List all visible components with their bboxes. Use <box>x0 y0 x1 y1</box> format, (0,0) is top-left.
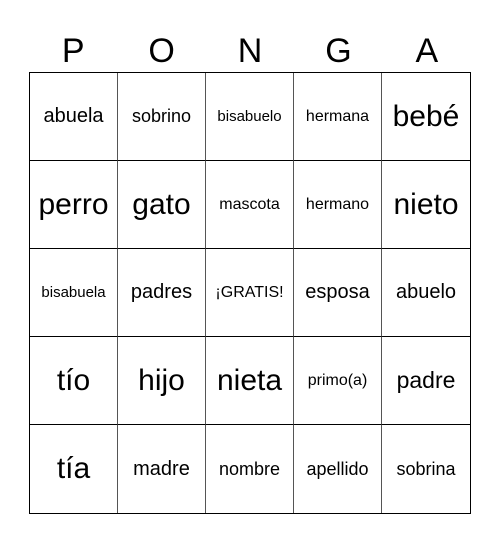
bingo-cell[interactable]: sobrina <box>382 425 470 513</box>
bingo-cell[interactable]: primo(a) <box>294 337 382 425</box>
bingo-cell[interactable]: mascota <box>206 161 294 249</box>
bingo-cell[interactable]: nieto <box>382 161 470 249</box>
bingo-cell[interactable]: madre <box>118 425 206 513</box>
header-letter: A <box>415 32 439 70</box>
header-letter: G <box>325 32 352 70</box>
bingo-cell[interactable]: hermano <box>294 161 382 249</box>
bingo-cell[interactable]: abuela <box>30 73 118 161</box>
bingo-cell[interactable]: hermana <box>294 73 382 161</box>
header-letter: N <box>237 32 263 70</box>
bingo-cell[interactable]: sobrino <box>118 73 206 161</box>
header-letter: P <box>61 32 85 70</box>
bingo-cell[interactable]: tío <box>30 337 118 425</box>
free-space-cell[interactable]: ¡GRATIS! <box>206 249 294 337</box>
bingo-cell[interactable]: abuelo <box>382 249 470 337</box>
bingo-cell[interactable]: apellido <box>294 425 382 513</box>
bingo-cell[interactable]: nieta <box>206 337 294 425</box>
bingo-header: P O N G A <box>29 30 471 72</box>
bingo-cell[interactable]: perro <box>30 161 118 249</box>
bingo-cell[interactable]: tía <box>30 425 118 513</box>
bingo-cell[interactable]: padres <box>118 249 206 337</box>
bingo-cell[interactable]: padre <box>382 337 470 425</box>
header-letter: O <box>148 32 175 70</box>
bingo-cell[interactable]: bisabuela <box>30 249 118 337</box>
bingo-cell[interactable]: nombre <box>206 425 294 513</box>
bingo-card: abuela sobrino bisabuelo hermana bebé pe… <box>29 72 471 514</box>
bingo-cell[interactable]: bebé <box>382 73 470 161</box>
bingo-cell[interactable]: bisabuelo <box>206 73 294 161</box>
bingo-cell[interactable]: gato <box>118 161 206 249</box>
bingo-cell[interactable]: esposa <box>294 249 382 337</box>
bingo-cell[interactable]: hijo <box>118 337 206 425</box>
